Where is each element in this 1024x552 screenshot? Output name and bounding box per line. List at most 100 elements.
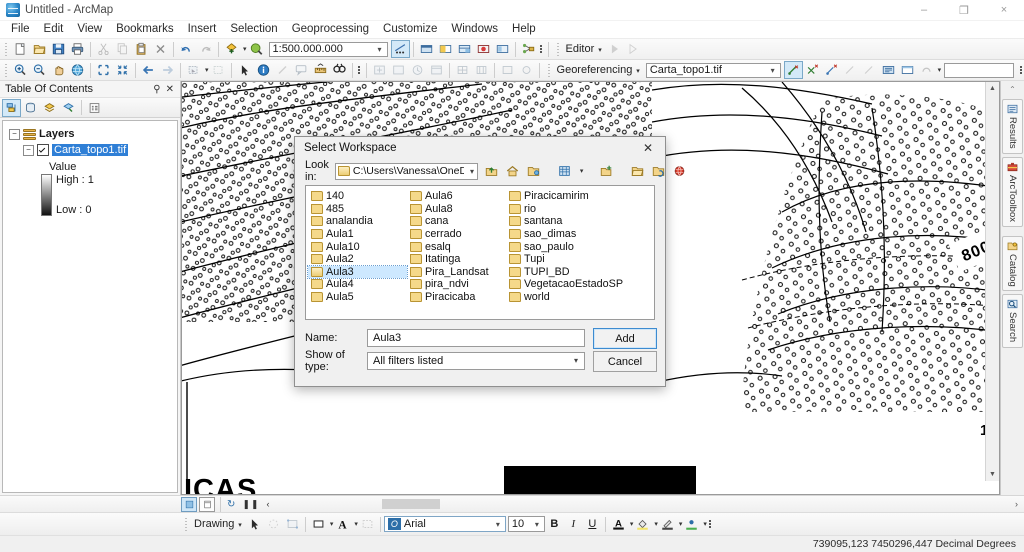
modelbuilder-icon[interactable] (519, 40, 538, 58)
forward-extent-icon[interactable] (158, 61, 177, 79)
list-item[interactable]: Aula1 (308, 228, 407, 241)
new-text-icon[interactable]: A (333, 515, 352, 533)
chevron-down-icon[interactable]: ▾ (373, 45, 387, 54)
rotate-dropdown-icon[interactable]: ▾ (938, 66, 942, 74)
toc-root-row[interactable]: − Layers (7, 127, 173, 141)
list-item[interactable]: santana (506, 215, 622, 228)
html-popup-icon[interactable] (292, 61, 311, 79)
list-item[interactable]: Piracicamirim (506, 190, 622, 203)
font-family-select[interactable]: O Arial ▾ (383, 516, 506, 532)
rotate-icon[interactable] (841, 61, 860, 79)
rotate-element-icon[interactable] (264, 515, 283, 533)
scroll-up-icon[interactable]: ▲ (986, 82, 999, 95)
toc-layer-label[interactable]: Carta_topo1.tif (52, 144, 129, 156)
hyperlink-icon[interactable] (273, 61, 292, 79)
select-elements-icon[interactable] (235, 61, 254, 79)
toolbar-grip[interactable] (3, 62, 9, 78)
select-elements-icon[interactable] (245, 515, 264, 533)
menu-insert[interactable]: Insert (181, 21, 224, 38)
select-workspace-dialog[interactable]: Select Workspace ✕ Look in: C:\Users\Van… (294, 136, 685, 387)
back-extent-icon[interactable] (139, 61, 158, 79)
save-icon[interactable] (49, 40, 68, 58)
font-size-select[interactable]: 10 ▾ (507, 516, 545, 532)
sidebar-tab-arctoolbox[interactable]: ArcToolbox (1002, 156, 1023, 227)
fixed-zoom-in-icon[interactable] (94, 61, 113, 79)
prev-icon[interactable]: ‹ (263, 499, 272, 509)
undo-icon[interactable] (177, 40, 196, 58)
look-in-select[interactable]: C:\Users\Vanessa\OneDrive\Me ▾ (334, 162, 478, 180)
sidebar-tab-catalog[interactable]: Catalog (1002, 235, 1023, 292)
new-rectangle-icon[interactable] (309, 515, 328, 533)
home-icon[interactable] (505, 162, 520, 180)
fixed-zoom-out-icon[interactable] (113, 61, 132, 79)
font-color-icon[interactable]: A (609, 515, 628, 533)
line-color-icon[interactable] (658, 515, 677, 533)
connect-folder-icon[interactable] (526, 162, 541, 180)
data-view-icon[interactable] (181, 496, 197, 512)
clear-selection-icon[interactable] (209, 61, 228, 79)
georeferencing-toolbar-grip[interactable] (545, 62, 552, 78)
list-item[interactable]: 140 (308, 190, 407, 203)
shift-icon[interactable] (860, 61, 879, 79)
list-item[interactable]: Aula8 (407, 203, 506, 216)
list-item[interactable]: pira_ndvi (407, 278, 506, 291)
list-item[interactable]: rio (506, 203, 622, 216)
redo-icon[interactable] (196, 40, 215, 58)
image-analysis-icon[interactable] (498, 61, 517, 79)
mapscale-icon[interactable] (417, 40, 436, 58)
close-icon[interactable]: ✕ (166, 84, 174, 95)
list-item[interactable]: analandia (308, 215, 407, 228)
list-item[interactable]: esalq (407, 240, 506, 253)
editor-menu[interactable]: Editor ▾ (563, 43, 605, 55)
list-by-visibility-icon[interactable] (40, 99, 59, 117)
refresh-icon[interactable]: ↻ (224, 499, 238, 510)
list-item[interactable]: Aula2 (308, 253, 407, 266)
marker-color-icon[interactable] (682, 515, 701, 533)
drawing-toolbar-grip[interactable] (183, 516, 189, 532)
chevron-down-icon[interactable]: ▾ (467, 167, 477, 176)
list-item[interactable]: cerrado (407, 228, 506, 241)
options-icon[interactable] (85, 99, 104, 117)
toolbar-grip[interactable] (3, 41, 9, 57)
layout-view-icon[interactable] (199, 496, 215, 512)
open-icon[interactable] (30, 40, 49, 58)
delete-icon[interactable] (151, 40, 170, 58)
edit-vertices-icon[interactable] (283, 515, 302, 533)
table-of-contents-icon[interactable] (455, 40, 474, 58)
identify-icon[interactable] (254, 61, 273, 79)
list-item[interactable]: world (506, 291, 622, 304)
minimize-button[interactable]: – (904, 0, 944, 20)
list-item[interactable]: VegetacaoEstadoSP (506, 278, 623, 291)
grid-tool-icon[interactable] (453, 61, 472, 79)
underline-button[interactable]: U (583, 515, 602, 533)
add-button[interactable]: Add (593, 328, 657, 349)
add-data-icon[interactable] (222, 40, 241, 58)
next-icon[interactable]: › (1015, 499, 1024, 509)
chevron-down-icon[interactable]: ▾ (766, 66, 780, 75)
menu-customize[interactable]: Customize (376, 21, 444, 38)
list-item[interactable]: Aula5 (308, 291, 407, 304)
menu-file[interactable]: File (4, 21, 37, 38)
drawing-overflow-button[interactable] (707, 516, 714, 532)
cut-icon[interactable] (94, 40, 113, 58)
grid-tool2-icon[interactable] (472, 61, 491, 79)
measure-icon[interactable] (311, 61, 330, 79)
refresh-folder-icon[interactable] (651, 162, 666, 180)
list-item[interactable]: Piracicaba (407, 291, 506, 304)
rotate-angle-input[interactable] (944, 62, 1014, 78)
type-select[interactable]: All filters listed ▾ (367, 351, 585, 370)
copy-icon[interactable] (113, 40, 132, 58)
zoom-in-icon[interactable] (11, 61, 30, 79)
time-slider-icon[interactable] (408, 61, 427, 79)
list-item-selected[interactable]: Aula3 (307, 264, 408, 280)
update-georeferencing-icon[interactable] (879, 61, 898, 79)
zoom-out-icon[interactable] (30, 61, 49, 79)
georeferencing-menu[interactable]: Georeferencing ▾ (554, 64, 643, 76)
close-button[interactable]: × (984, 0, 1024, 20)
new-map-icon[interactable] (11, 40, 30, 58)
list-item[interactable]: 485 (308, 203, 407, 216)
layer-visibility-checkbox[interactable] (37, 144, 49, 156)
element-tools-icon[interactable] (358, 515, 377, 533)
sidebar-tab-results[interactable]: Results (1002, 99, 1023, 154)
search-window-icon[interactable] (493, 40, 512, 58)
